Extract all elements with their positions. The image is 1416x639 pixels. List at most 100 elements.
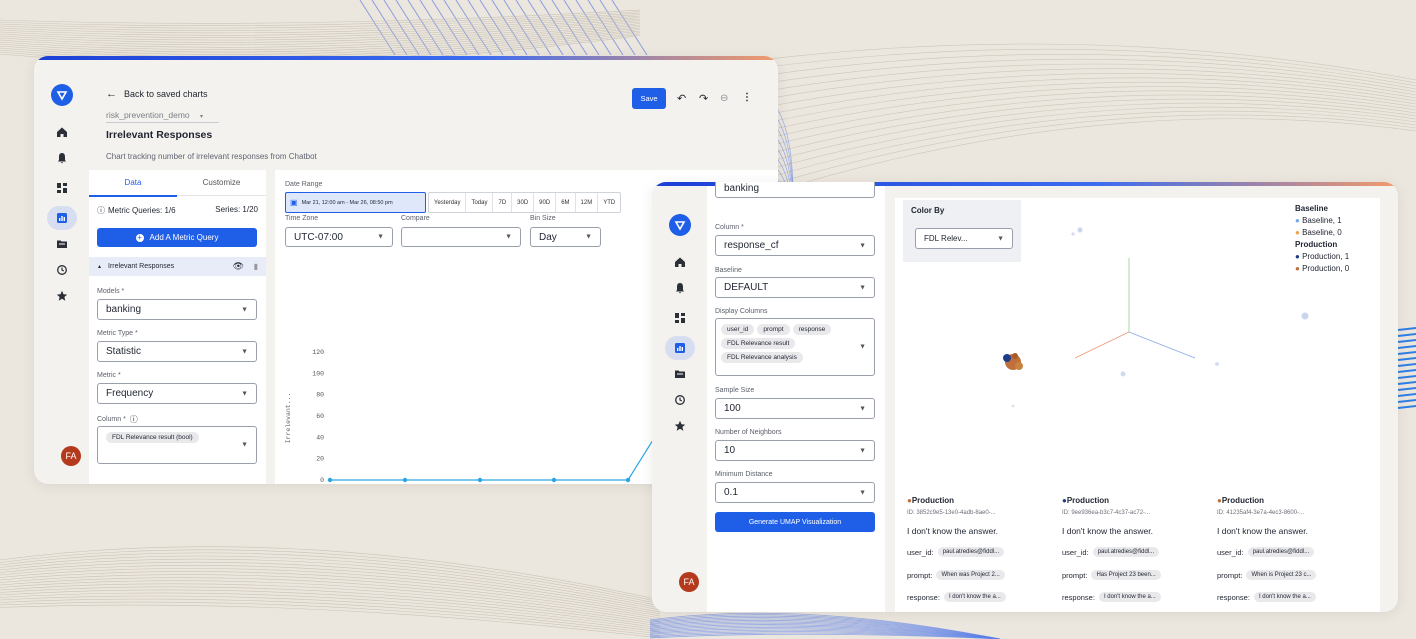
models-select[interactable]: banking ▼ [97,299,257,320]
sample-size-select[interactable]: 100 ▼ [715,398,875,419]
sample-card[interactable]: ●Production ID: 9ee936ea-b3c7-4c37-ac72-… [1058,490,1166,602]
min-distance-select[interactable]: 0.1 ▼ [715,482,875,503]
query-panel: Data Customize ⓘ Metric Queries: 1/6 Ser… [89,170,266,484]
neighbors-select[interactable]: 10 ▼ [715,440,875,461]
sample-card[interactable]: ●Production ID: 41235af4-3e7a-4ec3-8600-… [1213,490,1321,602]
history-icon[interactable] [47,258,77,282]
tab-data[interactable]: Data [89,170,177,197]
neighbors-label: Number of Neighbors [715,429,782,436]
sample-card[interactable]: ●Production ID: 3852c9e5-13e0-4adb-8ae0-… [903,490,1011,602]
cluster-point[interactable] [1077,227,1083,233]
column-label: Column * [715,224,744,231]
display-columns-select[interactable]: user_id prompt response FDL Relevance re… [715,318,875,376]
cluster-main[interactable] [1003,353,1023,370]
redo-icon[interactable]: ↷ [699,92,708,105]
metric-type-label: Metric Type * [97,330,138,337]
chart-title[interactable]: Irrelevant Responses [106,129,212,141]
y-tick-label: 40 [316,434,324,441]
more-vertical-icon[interactable]: ⋮ [742,92,752,103]
logo-icon[interactable] [669,214,691,236]
folder-icon[interactable] [47,232,77,256]
sample-size-label: Sample Size [715,387,755,394]
folder-icon[interactable] [665,362,695,386]
charts-icon[interactable] [665,336,695,360]
star-icon[interactable] [665,414,695,438]
home-icon[interactable] [47,120,77,144]
metric-select[interactable]: Frequency ▼ [97,383,257,404]
window-accent-bar [34,56,778,60]
cluster-point[interactable] [1071,232,1075,236]
bell-icon[interactable] [665,276,695,300]
trash-icon[interactable]: ▮ [254,262,258,271]
cluster-point[interactable] [1120,371,1126,377]
chevron-down-icon: ▾ [200,114,204,120]
star-icon[interactable] [47,284,77,308]
chevron-down-icon: ▼ [859,284,866,291]
metric-type-select[interactable]: Statistic ▼ [97,341,257,362]
query-header[interactable]: ▴ Irrelevant Responses 👁 ▮ [89,257,266,276]
y-tick-label: 120 [312,349,324,356]
umap-window: FA banking Column * response_cf ▼ Baselin… [652,182,1398,612]
link-icon[interactable]: ⊖ [720,93,728,104]
add-metric-query-button[interactable]: + Add A Metric Query [97,228,257,247]
column-select[interactable]: response_cf ▼ [715,235,875,256]
chevron-down-icon: ▼ [859,343,866,351]
column-chip-relevance-analysis[interactable]: FDL Relevance analysis [721,352,803,363]
chevron-down-icon: ▼ [859,242,866,249]
project-select[interactable]: risk_prevention_demo ▾ [106,110,219,123]
y-axis-label: Irrelevant... [285,393,292,444]
model-select[interactable]: banking [715,182,875,198]
y-tick-label: 20 [316,456,324,463]
save-button[interactable]: Save [632,88,666,109]
cluster-point[interactable] [1011,404,1015,408]
column-label: Column * ⓘ [97,415,138,424]
column-chip-response[interactable]: response [792,324,832,335]
user-avatar[interactable]: FA [61,446,81,466]
user-avatar[interactable]: FA [679,572,699,592]
info-icon: ⓘ [129,415,138,424]
logo-icon[interactable] [51,84,73,106]
generate-umap-button[interactable]: Generate UMAP Visualization [715,512,875,532]
info-icon: ⓘ [97,206,105,215]
series-count: Series: 1/20 [215,205,258,214]
axis-x [1074,331,1130,359]
models-label: Models * [97,288,125,295]
column-chip-prompt[interactable]: prompt [757,324,790,335]
chevron-down-icon: ▼ [859,447,866,454]
bell-icon[interactable] [47,146,77,170]
column-chip-user-id[interactable]: user_id [721,324,755,335]
chevron-down-icon: ▼ [241,306,248,313]
umap-3d-plot[interactable] [895,198,1380,478]
cluster-point[interactable] [1215,362,1219,366]
nav-rail [652,214,708,612]
dashboard-icon[interactable] [665,306,695,330]
metric-label: Metric * [97,372,121,379]
y-tick-label: 100 [312,370,324,377]
back-link[interactable]: ← Back to saved charts [106,88,208,100]
data-point [327,477,333,483]
undo-icon[interactable]: ↶ [677,92,686,105]
column-chip[interactable]: FDL Relevance result (bool) [106,432,199,443]
tab-customize[interactable]: Customize [177,170,266,196]
eye-icon[interactable]: 👁 [233,261,244,272]
chevron-down-icon: ▼ [859,489,866,496]
column-chip-relevance-result[interactable]: FDL Relevance result [721,338,796,349]
column-select[interactable]: FDL Relevance result (bool) ▼ [97,426,257,464]
axis-z [1128,331,1196,359]
plus-circle-icon: + [135,232,144,242]
cluster-point[interactable] [1301,312,1309,320]
home-icon[interactable] [665,250,695,274]
chevron-down-icon: ▼ [859,405,866,412]
y-tick-label: 0 [320,477,324,484]
data-point [551,477,557,483]
baseline-select[interactable]: DEFAULT ▼ [715,277,875,298]
chevron-up-icon: ▴ [98,264,102,270]
chart-description[interactable]: Chart tracking number of irrelevant resp… [106,152,317,161]
charts-icon[interactable] [47,206,77,230]
umap-visualization-panel: Color By FDL Relev... ▼ Baseline ● Baseli… [895,198,1380,612]
data-point [625,477,631,483]
y-tick-label: 60 [316,413,324,420]
data-point [477,477,483,483]
history-icon[interactable] [665,388,695,412]
dashboard-icon[interactable] [47,176,77,200]
